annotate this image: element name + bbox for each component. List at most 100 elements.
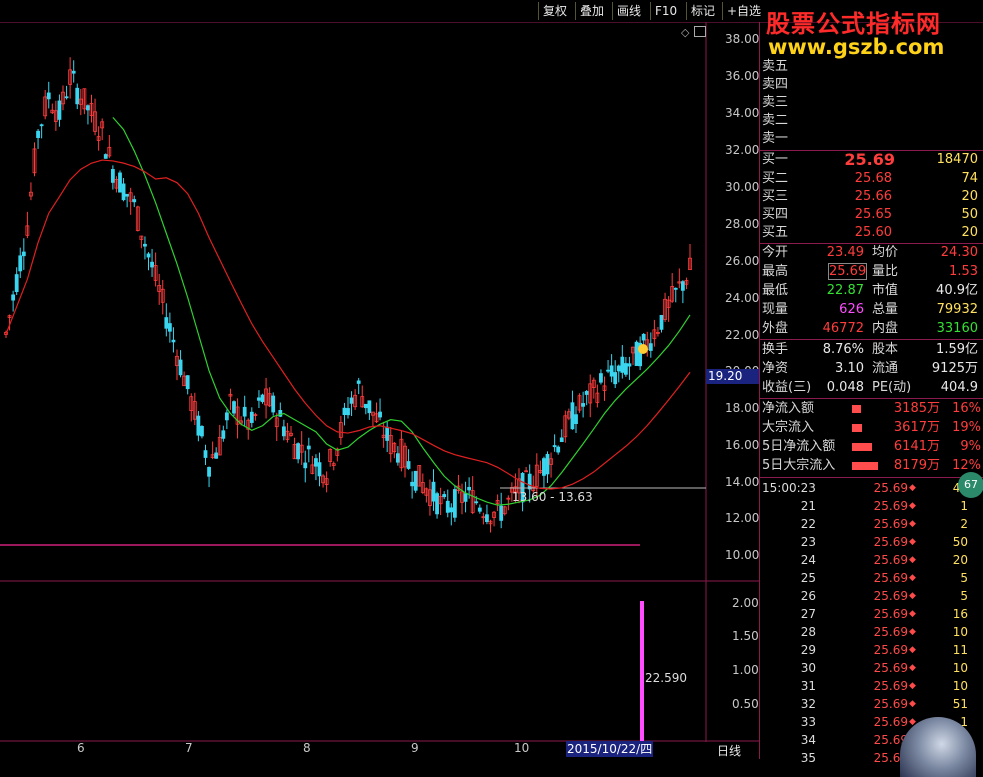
tick-price: 25.69 (873, 679, 908, 693)
flow-row-5d-net: 5日净流入额 6141万 9% (760, 438, 983, 456)
overlay-button[interactable]: 叠加 (575, 2, 608, 20)
mark-button[interactable]: 标记 (686, 2, 719, 20)
month-label: 6 (77, 741, 85, 755)
tick-time: 35 (800, 751, 816, 765)
tick-time: 29 (800, 643, 816, 657)
tick-volume: 5 (960, 589, 968, 603)
candle-body (410, 481, 415, 487)
candle-body (442, 494, 447, 498)
inner-value: 33160 (936, 321, 978, 336)
shares-value: 1.59亿 (936, 342, 978, 357)
add-watchlist-button[interactable]: +自选 (722, 2, 765, 20)
candle-body (346, 408, 350, 416)
price-axis-tick: 12.00 (725, 511, 760, 525)
candle-body (342, 407, 347, 416)
tick-row: 29 25.69 ◆ 11 (760, 641, 983, 659)
price-axis-tick: 18.00 (725, 401, 760, 415)
sell2-row: 卖二 (760, 112, 983, 130)
window-icon[interactable] (694, 26, 706, 37)
curvol-value: 626 (839, 302, 864, 317)
candle-body (203, 450, 208, 458)
fuquan-button[interactable]: 复权 (538, 2, 571, 20)
candle-body (207, 466, 211, 477)
draw-line-button[interactable]: 画线 (612, 2, 645, 20)
quote-row-high: 最高 25.69 量比 1.53 (760, 263, 983, 281)
diamond-icon[interactable]: ◇ (681, 26, 689, 39)
tick-price: 25.69 (873, 607, 908, 621)
flow-row-block: 大宗流入 3617万 19% (760, 419, 983, 437)
candle-body (349, 397, 354, 404)
flow-5d-net-pct: 9% (960, 439, 981, 454)
candle-body (627, 363, 632, 367)
candle-body (314, 458, 318, 467)
buy3-vol: 20 (961, 189, 978, 204)
candle-body (378, 411, 382, 418)
sell4-row: 卖四 (760, 76, 983, 94)
candle-body (648, 343, 653, 351)
candle-body (306, 445, 311, 450)
buy3-row: 买三 25.66 20 (760, 188, 983, 206)
float-label: 流通 (872, 361, 899, 376)
price-axis-tick: 28.00 (725, 217, 760, 231)
badge[interactable]: 67 (958, 472, 983, 498)
signal-icon (638, 344, 648, 354)
candle-body (606, 369, 610, 372)
tick-volume: 16 (952, 607, 968, 621)
tick-volume: 10 (952, 679, 968, 693)
candle-body (143, 243, 147, 247)
tick-row: 25 25.69 ◆ 5 (760, 569, 983, 587)
candle-body (71, 70, 76, 74)
candle-body (485, 514, 489, 523)
candle-body (574, 414, 578, 425)
candlestick-chart[interactable] (0, 22, 759, 759)
current-price-tag: 19.20 (706, 369, 760, 384)
outer-label: 外盘 (762, 321, 789, 336)
candle-body (452, 489, 457, 518)
quote-row-turnover: 换手 8.76% 股本 1.59亿 (760, 341, 983, 359)
flow-block-bar (852, 424, 862, 432)
month-label: 7 (185, 741, 193, 755)
price-axis-tick: 30.00 (725, 180, 760, 194)
candle-body (545, 453, 550, 475)
candle-body (64, 96, 69, 99)
candle-body (86, 105, 90, 111)
f10-button[interactable]: F10 (650, 2, 681, 20)
candle-body (431, 481, 436, 502)
tick-time: 15:00:23 (762, 481, 816, 495)
candle-body (613, 372, 618, 385)
quote-row-low: 最低 22.87 市值 40.9亿 (760, 282, 983, 300)
candle-body (221, 430, 226, 439)
tick-price: 25.69 (873, 481, 908, 495)
tick-time: 28 (800, 625, 816, 639)
high-value: 25.69 (828, 263, 867, 280)
candle-body (659, 314, 664, 330)
flow-5d-net-label: 5日净流入额 (762, 439, 836, 454)
tick-up-icon: ◆ (909, 627, 916, 637)
tick-price: 25.69 (873, 535, 908, 549)
candle-body (281, 426, 286, 437)
candle-body (196, 415, 201, 436)
candle-body (356, 380, 361, 384)
quote-row-outer: 外盘 46772 内盘 33160 (760, 320, 983, 338)
quote-row-nav: 净资 3.10 流通 9125万 (760, 360, 983, 378)
candle-body (474, 501, 479, 504)
candle-body (110, 169, 115, 183)
tick-time: 22 (800, 517, 816, 531)
candle-body (14, 274, 19, 292)
volratio-label: 量比 (872, 264, 899, 279)
tick-time: 27 (800, 607, 816, 621)
candle-body (103, 154, 108, 159)
totvol-value: 79932 (936, 302, 978, 317)
tick-up-icon: ◆ (909, 609, 916, 619)
period-label[interactable]: 日线 (717, 742, 741, 759)
candle-body (363, 403, 368, 409)
sell5-label: 卖五 (762, 59, 789, 74)
flow-block-amount: 3617万 (893, 420, 940, 435)
sell4-label: 卖四 (762, 77, 789, 92)
candle-body (581, 403, 586, 407)
candle-body (296, 443, 301, 460)
quote-row-curvol: 现量 626 总量 79932 (760, 301, 983, 319)
totvol-label: 总量 (872, 302, 899, 317)
low-label: 最低 (762, 283, 789, 298)
buy2-label: 买二 (762, 171, 789, 186)
